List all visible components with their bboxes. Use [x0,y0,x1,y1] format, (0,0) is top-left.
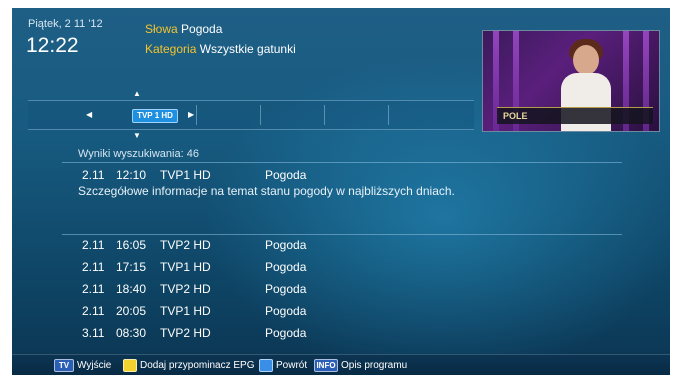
channel-down-arrow[interactable]: ▼ [133,132,141,140]
result-title: Pogoda [265,304,307,318]
info-key-icon: INFO [314,359,338,372]
result-channel: TVP2 HD [160,282,211,296]
result-time: 12:10 [116,168,147,182]
result-time: 16:05 [116,238,147,252]
channel-prev-arrow[interactable]: ◀ [86,111,92,119]
add-reminder-hint[interactable]: Dodaj przypominacz EPG [123,359,255,372]
result-date: 2.11 [82,282,105,296]
tvp1-hd-logo: TVP 1 HD [132,109,178,123]
channel-up-arrow[interactable]: ▲ [133,90,141,98]
channel-next-arrow[interactable]: ▶ [188,111,194,119]
category-label: Kategoria [145,42,197,56]
result-time: 17:15 [116,260,147,274]
query-label: Słowa [145,22,178,36]
footer-key-legend: TV Wyjście Dodaj przypominacz EPG Powrót … [12,354,670,375]
epg-search-screen: Piątek, 2 11 '12 12:22 Słowa Pogoda Kate… [12,8,670,375]
result-date: 2.11 [82,304,105,318]
result-channel: TVP2 HD [160,238,211,252]
channel-selector-bar[interactable]: ◀ TVP 1 HD ▶ [28,100,474,130]
category-value: Wszystkie gatunki [199,42,296,56]
divider [62,234,622,235]
blue-key-icon [259,359,273,372]
result-title: Pogoda [265,260,307,274]
exit-hint[interactable]: TV Wyjście [54,359,111,372]
result-channel: TVP1 HD [160,168,211,182]
result-time: 20:05 [116,304,147,318]
add-reminder-label: Dodaj przypominacz EPG [140,360,255,371]
result-date: 3.11 [82,326,105,340]
result-date: 2.11 [82,260,105,274]
program-description: Szczegółowe informacje na temat stanu po… [78,184,455,198]
result-channel: TVP1 HD [160,260,211,274]
result-title: Pogoda [265,282,307,296]
back-label: Powrót [276,360,308,371]
program-info-label: Opis programu [341,360,408,371]
results-count: Wyniki wyszukiwania: 46 [78,148,199,160]
result-title: Pogoda [265,238,307,252]
back-hint[interactable]: Powrót [259,359,307,372]
preview-overlay-banner: POLE [497,107,653,124]
live-preview-video: POLE [482,30,660,132]
result-channel: TVP1 HD [160,304,211,318]
query-value: Pogoda [181,22,223,36]
current-time: 12:22 [26,34,79,57]
tv-key-icon: TV [54,359,74,372]
result-title: Pogoda [265,326,307,340]
result-time: 18:40 [116,282,147,296]
yellow-key-icon [123,359,137,372]
divider [62,162,622,163]
current-date: Piątek, 2 11 '12 [28,18,103,30]
result-channel: TVP2 HD [160,326,211,340]
search-query: Słowa Pogoda [145,22,222,36]
search-category: Kategoria Wszystkie gatunki [145,42,296,56]
result-date: 2.11 [82,168,105,182]
exit-label: Wyjście [77,360,112,371]
result-date: 2.11 [82,238,105,252]
result-title: Pogoda [265,168,307,182]
program-info-hint[interactable]: INFO Opis programu [314,359,407,372]
result-time: 08:30 [116,326,147,340]
